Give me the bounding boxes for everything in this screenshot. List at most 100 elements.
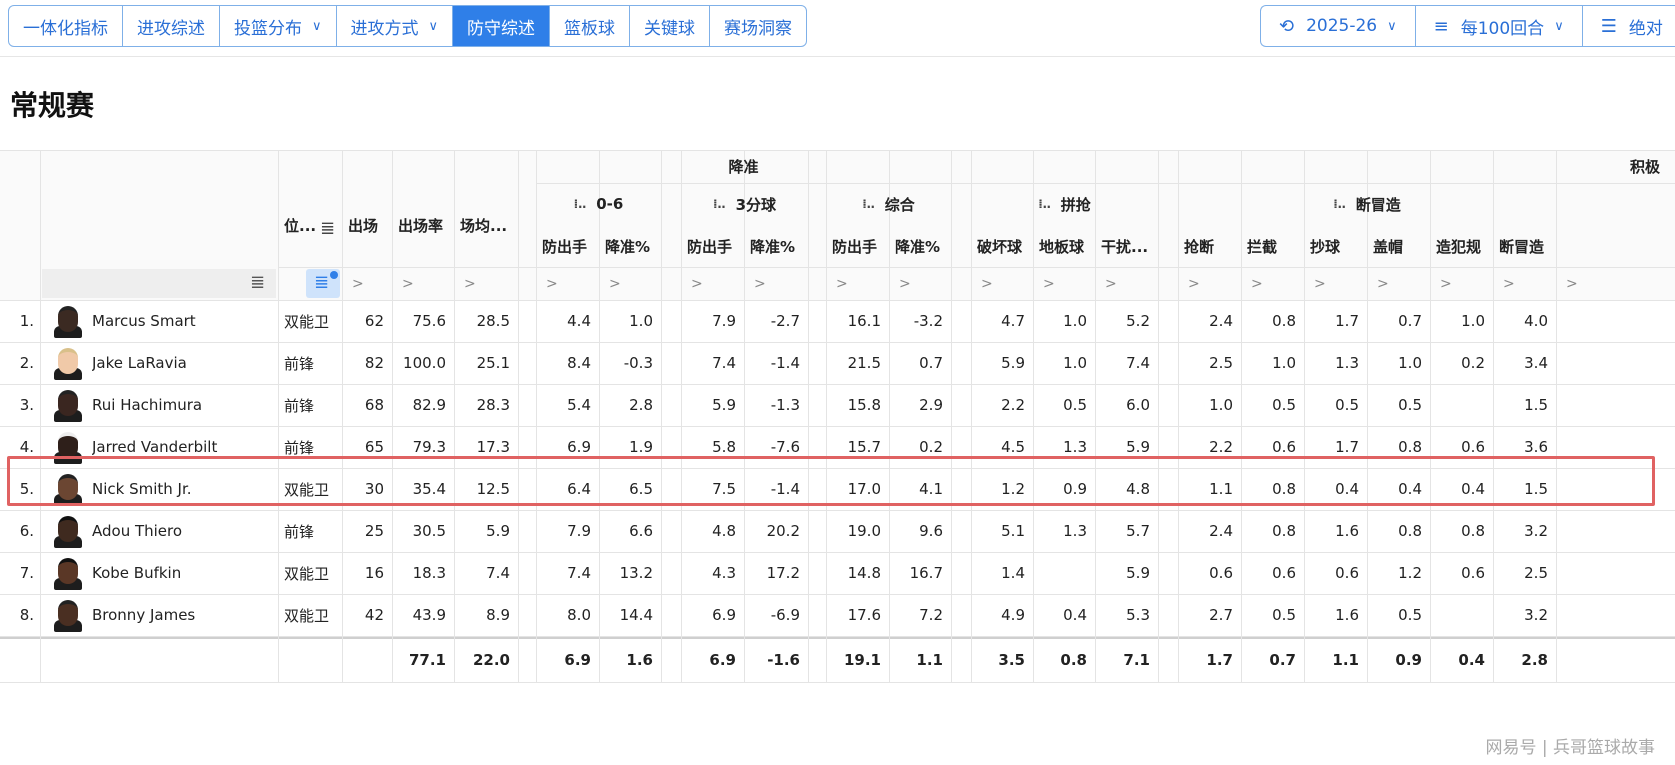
column-header[interactable]: 防出手 — [826, 225, 889, 267]
stat-cell: -1.3 — [770, 396, 800, 414]
column-filter-input[interactable]: > — [971, 267, 1031, 300]
column-filter-input[interactable]: > — [599, 267, 659, 300]
subgroup-label: 综合 — [884, 195, 915, 214]
player-name[interactable]: Bronny James — [92, 594, 278, 636]
player-position: 前锋 — [284, 354, 315, 373]
column-header[interactable]: 降准% — [599, 225, 661, 267]
tab-7[interactable]: 赛场洞察 — [710, 6, 806, 46]
stat-cell: 1.6 — [1335, 606, 1359, 624]
stat-cell: 2.5 — [1209, 354, 1233, 372]
column-filter-input[interactable]: > — [1304, 267, 1364, 300]
column-header[interactable]: 出场 — [342, 183, 392, 267]
player-name[interactable]: Kobe Bufkin — [92, 552, 278, 594]
column-filter-input[interactable]: > — [826, 267, 886, 300]
season-select[interactable]: ⟲ 2025-26 ∨ — [1261, 6, 1416, 46]
stat-cell: 4.7 — [1001, 312, 1025, 330]
column-filter-input[interactable]: > — [1556, 267, 1616, 300]
stat-cell: 25.1 — [476, 354, 510, 372]
tab-6[interactable]: 关键球 — [630, 6, 711, 46]
stat-cell: 0.4 — [1063, 606, 1087, 624]
total-cell: 6.9 — [564, 650, 591, 669]
per-mode-select[interactable]: ≡ 每100回合 ∨ — [1416, 6, 1583, 46]
stat-cell: 7.2 — [919, 606, 943, 624]
column-header[interactable]: 破坏球 — [971, 225, 1033, 267]
stat-cell — [1430, 594, 1493, 636]
stat-cell: 8.0 — [567, 606, 591, 624]
column-filter-input[interactable]: > — [681, 267, 741, 300]
stat-cell: 0.5 — [1272, 396, 1296, 414]
column-header[interactable]: 防出手 — [536, 225, 599, 267]
player-name[interactable]: Rui Hachimura — [92, 384, 278, 426]
column-header[interactable]: 出场率 — [392, 183, 454, 267]
column-header[interactable]: 场均... — [454, 183, 518, 267]
tab-0[interactable]: 一体化指标 — [9, 6, 123, 46]
filter-icon[interactable]: ≣ — [320, 218, 335, 239]
avatar — [54, 304, 82, 338]
column-filter-input[interactable]: > — [1367, 267, 1427, 300]
column-header[interactable]: 抢断 — [1178, 225, 1241, 267]
column-header[interactable]: 造犯规 — [1430, 225, 1493, 267]
grid-line — [518, 150, 519, 682]
column-filter-input[interactable]: > — [1033, 267, 1093, 300]
player-name[interactable]: Marcus Smart — [92, 300, 278, 342]
grid-line — [1158, 150, 1159, 682]
column-header[interactable]: 干扰... — [1095, 225, 1158, 267]
column-header[interactable]: 抄球 — [1304, 225, 1367, 267]
column-filter-input[interactable]: > — [392, 267, 452, 300]
total-cell: 1.1 — [916, 650, 943, 669]
avatar-head — [58, 390, 78, 416]
stat-cell: 5.9 — [486, 522, 510, 540]
column-header[interactable]: 防出手 — [681, 225, 744, 267]
stat-cell: 5.3 — [1126, 606, 1150, 624]
stat-cell: 1.7 — [1335, 312, 1359, 330]
stat-cell: 2.9 — [919, 396, 943, 414]
player-name[interactable]: Adou Thiero — [92, 510, 278, 552]
tab-label: 关键球 — [644, 18, 696, 39]
stat-cell: 28.5 — [476, 312, 510, 330]
stat-cell: 1.0 — [1272, 354, 1296, 372]
column-filter-input[interactable]: > — [1493, 267, 1553, 300]
column-filter-input[interactable]: > — [454, 267, 514, 300]
tab-4[interactable]: 防守综述 — [453, 6, 551, 46]
player-name[interactable]: Jake LaRavia — [92, 342, 278, 384]
column-header[interactable]: 地板球 — [1033, 225, 1095, 267]
column-header[interactable]: 降准% — [889, 225, 951, 267]
row-rank: 8. — [19, 606, 34, 624]
stat-cell: -2.7 — [770, 312, 800, 330]
stat-cell: 0.8 — [1272, 312, 1296, 330]
tab-1[interactable]: 进攻综述 — [123, 6, 220, 46]
stat-cell: 3.2 — [1524, 522, 1548, 540]
row-rank: 3. — [19, 396, 34, 414]
player-position: 双能卫 — [284, 312, 330, 331]
column-filter-input[interactable]: > — [744, 267, 804, 300]
column-filter-input[interactable]: > — [1241, 267, 1301, 300]
stat-cell: 14.8 — [847, 564, 881, 582]
total-cell: 7.1 — [1123, 650, 1150, 669]
stat-cell: 20.2 — [766, 522, 800, 540]
avatar-head — [58, 558, 78, 584]
tab-label: 赛场洞察 — [724, 18, 793, 39]
column-filter-input[interactable]: > — [1430, 267, 1490, 300]
subgroup-header: ⁞‥ 断冒造 — [1178, 183, 1556, 225]
column-filter-input[interactable]: > — [1095, 267, 1155, 300]
stat-cell: 0.6 — [1209, 564, 1233, 582]
mode-select[interactable]: ☰ 绝对 — [1583, 6, 1675, 46]
column-header[interactable]: 降准% — [744, 225, 808, 267]
stat-cell: 19.0 — [847, 522, 881, 540]
stat-cell: 4.9 — [1001, 606, 1025, 624]
tab-3[interactable]: 进攻方式 ∨ — [337, 6, 454, 46]
tab-2[interactable]: 投篮分布 ∨ — [220, 6, 337, 46]
column-header[interactable]: 拦截 — [1241, 225, 1304, 267]
column-filter-input[interactable]: > — [536, 267, 596, 300]
stat-cell: 13.2 — [619, 564, 653, 582]
column-filter-input[interactable]: > — [1178, 267, 1238, 300]
tab-5[interactable]: 篮板球 — [550, 6, 631, 46]
mode-value: 绝对 — [1628, 18, 1663, 39]
page-title: 常规赛 — [10, 89, 95, 122]
stat-cell: 62 — [364, 312, 384, 330]
column-filter-input[interactable]: > — [889, 267, 949, 300]
name-filter-input[interactable] — [42, 269, 276, 298]
filter-icon[interactable]: ≣ — [250, 272, 265, 293]
column-header[interactable]: 盖帽 — [1367, 225, 1430, 267]
column-header[interactable]: 断冒造 — [1493, 225, 1556, 267]
